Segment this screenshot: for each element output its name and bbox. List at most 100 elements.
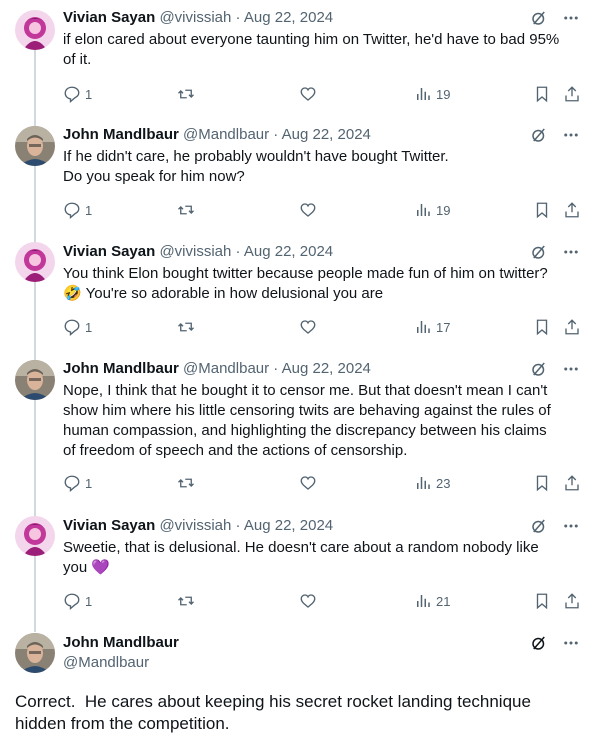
views-button[interactable]: 23 xyxy=(414,473,450,493)
header-icons xyxy=(530,242,580,262)
tweet-text: Sweetie, that is delusional. He doesn't … xyxy=(63,538,572,578)
avatar[interactable] xyxy=(15,633,55,673)
bookmark-button[interactable] xyxy=(533,591,551,611)
more-icon[interactable] xyxy=(562,243,580,261)
bookmark-button[interactable] xyxy=(533,84,551,104)
grok-icon[interactable] xyxy=(530,126,548,144)
share-icon xyxy=(565,86,579,102)
retweet-button[interactable] xyxy=(176,591,196,611)
retweet-icon xyxy=(178,596,194,606)
reply-button[interactable]: 1 xyxy=(63,84,92,104)
more-icon[interactable] xyxy=(562,360,580,378)
author-handle[interactable]: @Mandlbaur xyxy=(183,126,269,143)
like-button[interactable] xyxy=(299,591,317,611)
avatar[interactable] xyxy=(15,10,55,50)
bookmark-button[interactable] xyxy=(533,317,551,337)
heart-icon xyxy=(300,203,316,217)
tweet-header: John Mandlbaur @Mandlbaur · Aug 22, 2024 xyxy=(63,359,552,379)
retweet-icon xyxy=(178,322,194,332)
retweet-button[interactable] xyxy=(176,84,196,104)
separator: · xyxy=(235,9,241,26)
tweet-line: human compassion, and highlighting the d… xyxy=(63,422,547,439)
share-icon xyxy=(565,319,579,335)
action-bar: 1 19 xyxy=(63,200,581,220)
share-button[interactable] xyxy=(563,84,581,104)
grok-icon[interactable] xyxy=(530,9,548,27)
tweet-date[interactable]: Aug 22, 2024 xyxy=(282,360,371,377)
tweet[interactable]: Vivian Sayan @vivissiah · Aug 22, 2024 S… xyxy=(0,516,592,624)
author-name[interactable]: John Mandlbaur xyxy=(63,126,179,143)
like-button[interactable] xyxy=(299,473,317,493)
tweet-date[interactable]: Aug 22, 2024 xyxy=(244,243,333,260)
heart-icon xyxy=(300,87,316,101)
separator: · xyxy=(273,360,279,377)
author-name[interactable]: Vivian Sayan xyxy=(63,243,155,260)
more-icon[interactable] xyxy=(562,9,580,27)
grok-icon[interactable] xyxy=(530,517,548,535)
author-handle[interactable]: @Mandlbaur xyxy=(183,360,269,377)
reply-button[interactable]: 1 xyxy=(63,473,92,493)
tweet-date[interactable]: Aug 22, 2024 xyxy=(282,126,371,143)
tweet-line-text: you xyxy=(63,559,88,576)
avatar[interactable] xyxy=(15,516,55,556)
header-icons xyxy=(530,516,580,536)
grok-icon[interactable] xyxy=(530,243,548,261)
tweet[interactable]: John Mandlbaur @Mandlbaur · Aug 22, 2024… xyxy=(0,125,592,233)
tweet-line: Do you speak for him now? xyxy=(63,168,245,185)
author-handle[interactable]: @vivissiah xyxy=(159,517,231,534)
tweet-date[interactable]: Aug 22, 2024 xyxy=(244,517,333,534)
views-button[interactable]: 19 xyxy=(414,200,450,220)
more-icon[interactable] xyxy=(562,634,580,652)
reply-button[interactable]: 1 xyxy=(63,200,92,220)
author-name[interactable]: John Mandlbaur xyxy=(63,360,179,377)
separator: · xyxy=(235,517,241,534)
share-button[interactable] xyxy=(563,200,581,220)
reply-icon xyxy=(64,319,80,336)
tweet-line: Sweetie, that is delusional. He doesn't … xyxy=(63,539,539,556)
tweet-line: Correct. He cares about keeping his secr… xyxy=(15,692,531,711)
tweet[interactable]: John Mandlbaur @Mandlbaur · Aug 22, 2024… xyxy=(0,359,592,507)
tweet-text: if elon cared about everyone taunting hi… xyxy=(63,30,572,70)
bookmark-icon xyxy=(536,319,548,336)
author-handle[interactable]: @Mandlbaur xyxy=(63,653,149,673)
header-icons xyxy=(530,125,580,145)
views-button[interactable]: 21 xyxy=(414,591,450,611)
tweet-date[interactable]: Aug 22, 2024 xyxy=(244,9,333,26)
like-button[interactable] xyxy=(299,84,317,104)
author-handle[interactable]: @vivissiah xyxy=(159,9,231,26)
grok-icon[interactable] xyxy=(530,634,548,652)
more-icon[interactable] xyxy=(562,517,580,535)
retweet-button[interactable] xyxy=(176,317,196,337)
tweet-line: 🤣 You're so adorable in how delusional y… xyxy=(63,284,572,304)
author-name[interactable]: Vivian Sayan xyxy=(63,9,155,26)
reply-icon xyxy=(64,593,80,610)
share-icon xyxy=(565,593,579,609)
reply-button[interactable]: 1 xyxy=(63,591,92,611)
bookmark-button[interactable] xyxy=(533,200,551,220)
views-button[interactable]: 19 xyxy=(414,84,450,104)
bookmark-button[interactable] xyxy=(533,473,551,493)
tweet[interactable]: Vivian Sayan @vivissiah · Aug 22, 2024 i… xyxy=(0,8,592,116)
grok-icon[interactable] xyxy=(530,360,548,378)
more-icon[interactable] xyxy=(562,126,580,144)
retweet-icon xyxy=(178,205,194,215)
views-count: 19 xyxy=(436,86,451,102)
views-button[interactable]: 17 xyxy=(414,317,450,337)
action-bar: 1 19 xyxy=(63,84,581,104)
tweet[interactable]: Vivian Sayan @vivissiah · Aug 22, 2024 Y… xyxy=(0,242,592,350)
retweet-button[interactable] xyxy=(176,473,196,493)
like-button[interactable] xyxy=(299,200,317,220)
avatar[interactable] xyxy=(15,360,55,400)
author-handle[interactable]: @vivissiah xyxy=(159,243,231,260)
main-tweet[interactable]: John Mandlbaur @Mandlbaur Correct. He ca… xyxy=(0,633,592,740)
avatar[interactable] xyxy=(15,126,55,166)
like-button[interactable] xyxy=(299,317,317,337)
share-button[interactable] xyxy=(563,473,581,493)
share-button[interactable] xyxy=(563,591,581,611)
avatar[interactable] xyxy=(15,242,55,282)
author-name[interactable]: John Mandlbaur xyxy=(63,633,179,653)
share-button[interactable] xyxy=(563,317,581,337)
author-name[interactable]: Vivian Sayan xyxy=(63,517,155,534)
reply-button[interactable]: 1 xyxy=(63,317,92,337)
retweet-button[interactable] xyxy=(176,200,196,220)
